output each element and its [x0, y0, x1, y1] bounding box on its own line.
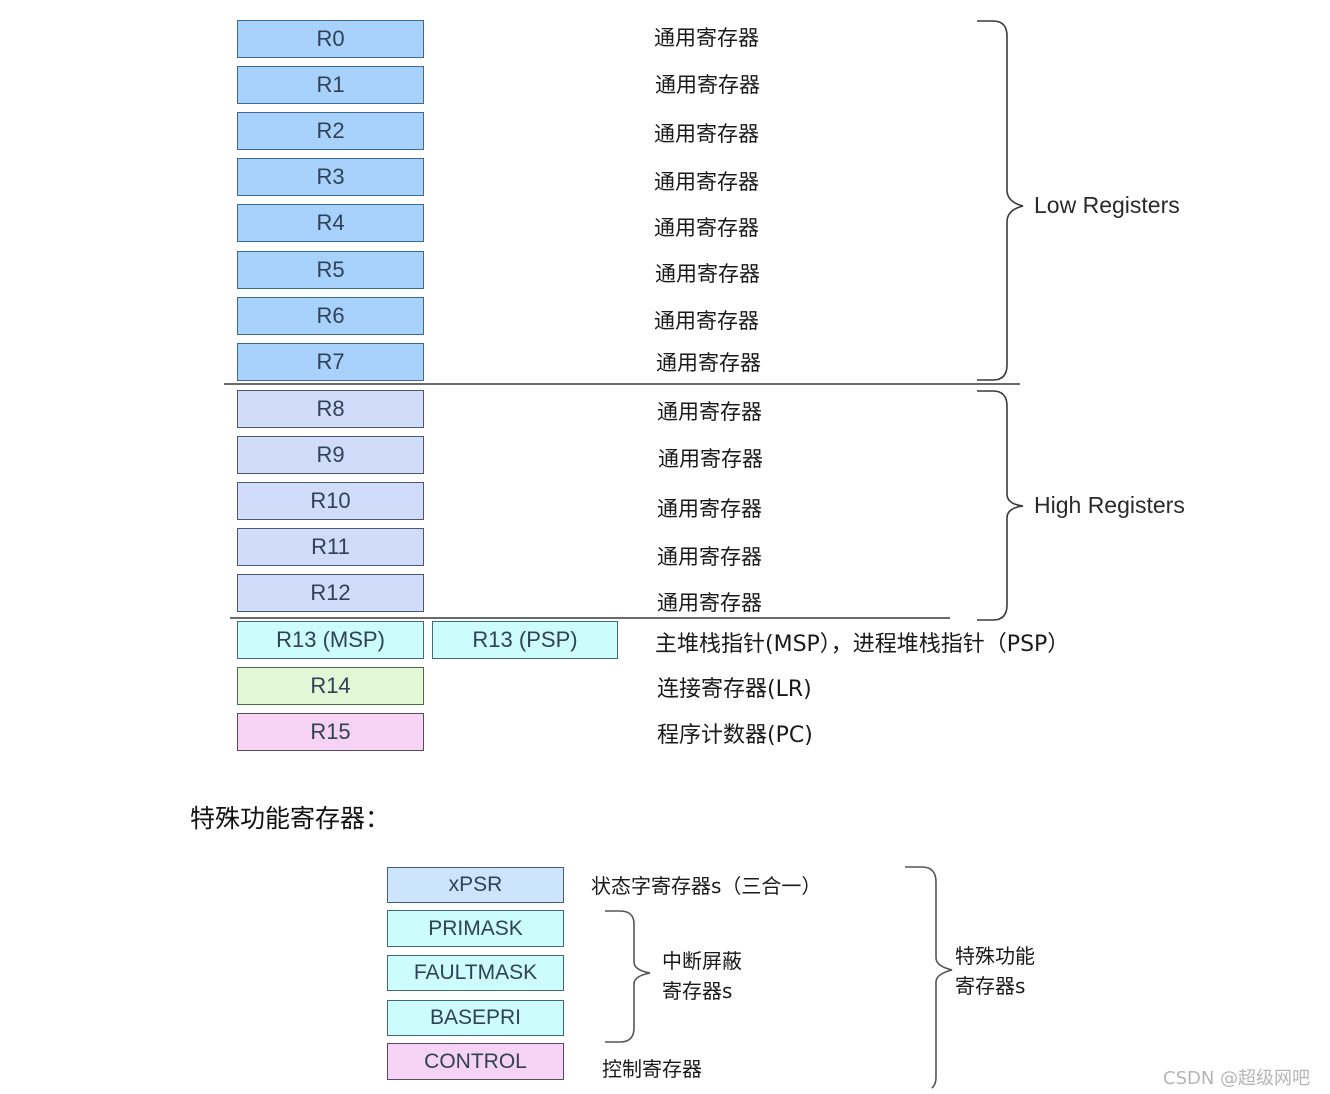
low-registers-label: Low Registers — [1034, 192, 1180, 218]
desc-xpsr: 状态字寄存器s（三合一） — [591, 874, 822, 898]
mask-label-line2: 寄存器s — [662, 979, 733, 1003]
register-primask: PRIMASK — [387, 910, 564, 947]
desc-r8: 通用寄存器 — [657, 400, 762, 424]
register-r5: R5 — [237, 251, 424, 289]
register-r0: R0 — [237, 20, 424, 58]
special-label-line1: 特殊功能 — [955, 944, 1035, 968]
register-r13-msp: R13 (MSP) — [237, 621, 424, 659]
register-xpsr: xPSR — [387, 867, 564, 903]
high-special-divider — [230, 617, 950, 619]
register-r7: R7 — [237, 343, 424, 381]
special-registers-title: 特殊功能寄存器： — [190, 804, 391, 833]
desc-r2: 通用寄存器 — [654, 122, 759, 146]
desc-r11: 通用寄存器 — [657, 545, 762, 569]
special-registers-brace — [905, 866, 953, 1089]
mask-label-line1: 中断屏蔽 — [662, 949, 742, 973]
desc-r6: 通用寄存器 — [654, 309, 759, 333]
desc-r13: 主堆栈指针(MSP），进程堆栈指针（PSP） — [655, 632, 1070, 657]
desc-r3: 通用寄存器 — [654, 170, 759, 194]
register-r11: R11 — [237, 528, 424, 566]
desc-r10: 通用寄存器 — [657, 497, 762, 521]
register-basepri: BASEPRI — [387, 1000, 564, 1036]
desc-r15: 程序计数器(PC) — [657, 723, 813, 748]
register-r3: R3 — [237, 158, 424, 196]
register-r12: R12 — [237, 574, 424, 612]
register-r15: R15 — [237, 713, 424, 751]
register-r2: R2 — [237, 112, 424, 150]
register-r4: R4 — [237, 204, 424, 242]
desc-r7: 通用寄存器 — [656, 351, 761, 375]
desc-control: 控制寄存器 — [602, 1057, 702, 1081]
register-faultmask: FAULTMASK — [387, 955, 564, 991]
desc-r1: 通用寄存器 — [655, 73, 760, 97]
register-control: CONTROL — [387, 1043, 564, 1080]
register-r13-psp: R13 (PSP) — [432, 621, 618, 659]
register-r8: R8 — [237, 390, 424, 428]
desc-r0: 通用寄存器 — [654, 26, 759, 50]
special-registers-group-label: 特殊功能 寄存器s — [955, 941, 1035, 1001]
low-high-divider — [224, 383, 1020, 385]
watermark: CSDN @超级网吧 — [1163, 1068, 1311, 1089]
high-registers-label: High Registers — [1034, 492, 1185, 518]
register-r14: R14 — [237, 667, 424, 705]
desc-r5: 通用寄存器 — [655, 262, 760, 286]
register-r1: R1 — [237, 66, 424, 104]
desc-r14: 连接寄存器(LR) — [657, 677, 812, 702]
mask-registers-label: 中断屏蔽 寄存器s — [662, 946, 742, 1006]
register-r10: R10 — [237, 482, 424, 520]
register-r9: R9 — [237, 436, 424, 474]
low-registers-brace — [977, 20, 1024, 381]
register-r6: R6 — [237, 297, 424, 335]
mask-registers-brace — [605, 910, 651, 1043]
desc-r4: 通用寄存器 — [654, 216, 759, 240]
desc-r12: 通用寄存器 — [657, 591, 762, 615]
high-registers-brace — [977, 390, 1024, 621]
special-label-line2: 寄存器s — [955, 974, 1026, 998]
desc-r9: 通用寄存器 — [658, 447, 763, 471]
